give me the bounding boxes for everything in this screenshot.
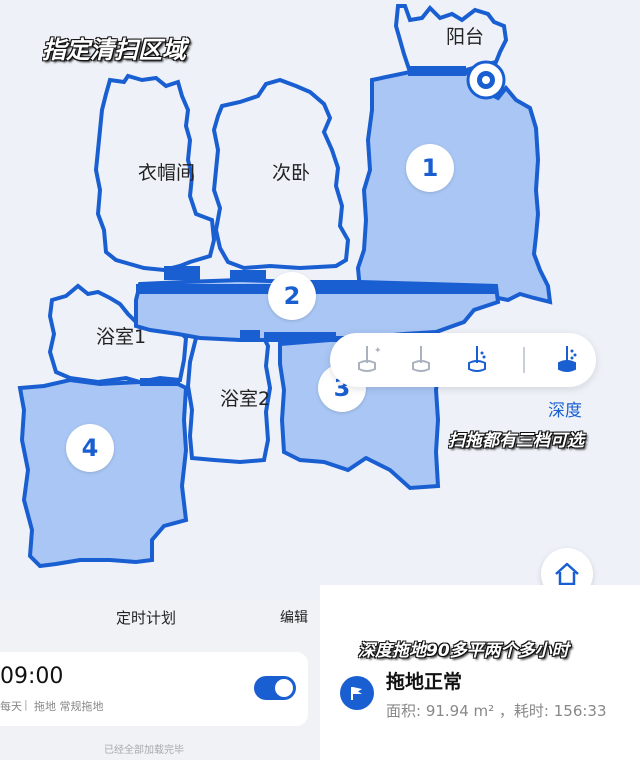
caption-result: 深度拖地90多平两个多小时 [358, 641, 569, 661]
zone-badge-2[interactable]: 2 [268, 272, 316, 320]
zone-4[interactable] [17, 377, 189, 569]
robot-position-icon[interactable] [466, 60, 506, 100]
mop-sparkle-icon[interactable]: ✦ [350, 343, 384, 377]
caption-title: 指定清扫区域 [42, 36, 186, 64]
zone-badge-4[interactable]: 4 [66, 424, 114, 472]
door-segment [136, 284, 496, 294]
room-label-second-bedroom: 次卧 [272, 162, 311, 184]
list-footer: 已经全部加载完毕 [104, 745, 184, 756]
status-detail: 面积: 91.94 m² ，耗时: 156:33 [386, 702, 607, 720]
schedule-edit-button[interactable]: 编辑 [280, 607, 308, 627]
mop-standard-icon[interactable] [460, 343, 494, 377]
schedule-time: 09:00 [0, 664, 64, 689]
schedule-divider: | [24, 698, 28, 711]
schedule-mode: 拖地 常规拖地 [34, 700, 104, 713]
door-segment [164, 266, 200, 280]
result-panel [320, 585, 640, 760]
door-segment [140, 378, 180, 386]
schedule-title: 定时计划 [116, 609, 177, 627]
zone-1[interactable] [355, 70, 553, 305]
room-label-bath1: 浴室1 [96, 326, 147, 348]
mop-selected-label: 深度 [548, 401, 582, 421]
zone-badge-1[interactable]: 1 [406, 144, 454, 192]
room-label-closet: 衣帽间 [138, 162, 196, 184]
door-segment [240, 330, 260, 338]
mop-deep-icon[interactable] [550, 343, 584, 377]
caption-mop-tiers: 扫拖都有三档可选 [448, 431, 584, 451]
status-badge [340, 676, 374, 710]
room-label-balcony: 阳台 [446, 26, 485, 48]
schedule-repeat: 每天 [0, 700, 22, 713]
room-label-bath2: 浴室2 [220, 388, 271, 410]
mop-light-icon[interactable] [404, 343, 438, 377]
door-segment [264, 332, 336, 342]
mop-intensity-selector: ✦ [330, 333, 596, 387]
status-title: 拖地正常 [386, 671, 463, 693]
door-segment [230, 270, 266, 282]
flag-icon [351, 687, 362, 700]
schedule-toggle[interactable] [254, 676, 296, 700]
selector-divider [523, 347, 525, 373]
floor-map[interactable] [0, 0, 640, 600]
door-segment [408, 66, 466, 76]
svg-text:✦: ✦ [374, 346, 382, 356]
